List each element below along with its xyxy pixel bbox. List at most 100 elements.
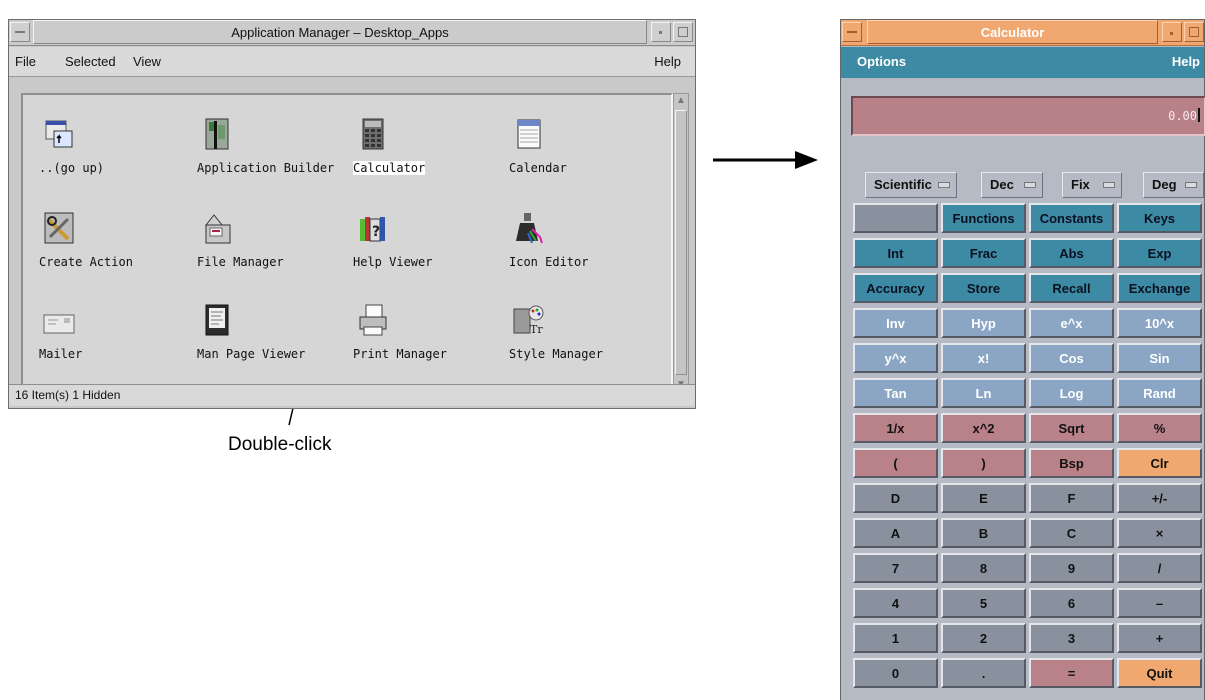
calc-key[interactable]: ) — [941, 448, 1026, 478]
calc-key[interactable]: 4 — [853, 588, 938, 618]
calc-key[interactable]: Recall — [1029, 273, 1114, 303]
calc-key[interactable]: 6 — [1029, 588, 1114, 618]
calc-key[interactable]: Log — [1029, 378, 1114, 408]
calc-key[interactable]: x! — [941, 343, 1026, 373]
app-icon-editor[interactable]: Icon Editor — [509, 211, 649, 281]
app-application-builder[interactable]: Application Builder — [197, 117, 337, 187]
icon-editor-icon — [516, 213, 543, 244]
calc-key[interactable]: 0 — [853, 658, 938, 688]
calc-key[interactable]: 1 — [853, 623, 938, 653]
app-label: Create Action — [39, 255, 133, 269]
calc-key[interactable]: Tan — [853, 378, 938, 408]
calc-key[interactable]: 8 — [941, 553, 1026, 583]
menu-selected[interactable]: Selected — [65, 54, 116, 69]
app-builder-icon — [205, 118, 229, 150]
calc-key[interactable]: Hyp — [941, 308, 1026, 338]
mode-base-menu[interactable]: Dec — [981, 172, 1043, 198]
calculator-menu-bar: Options Help — [841, 47, 1204, 78]
print-manager-icon — [359, 304, 387, 336]
calc-key[interactable]: Constants — [1029, 203, 1114, 233]
app-label: Calendar — [509, 161, 567, 175]
mode-scientific-menu[interactable]: Scientific — [865, 172, 957, 198]
calc-key[interactable]: Exp — [1117, 238, 1202, 268]
calc-key[interactable]: +/- — [1117, 483, 1202, 513]
calc-key[interactable]: 2 — [941, 623, 1026, 653]
minus-icon — [15, 31, 25, 33]
calculator-maximize-button[interactable] — [1184, 22, 1204, 42]
app-style-manager[interactable]: Tr Style Manager — [509, 303, 649, 373]
calc-key[interactable]: E — [941, 483, 1026, 513]
app-label: Icon Editor — [509, 255, 589, 269]
title-bar[interactable]: Application Manager – Desktop_Apps — [9, 20, 695, 46]
calc-key[interactable]: x^2 — [941, 413, 1026, 443]
mode-trig-menu[interactable]: Deg — [1143, 172, 1204, 198]
menu-view[interactable]: View — [133, 54, 161, 69]
calc-key[interactable]: Functions — [941, 203, 1026, 233]
calc-key[interactable]: B — [941, 518, 1026, 548]
calc-key[interactable]: ( — [853, 448, 938, 478]
calc-key[interactable]: 7 — [853, 553, 938, 583]
calc-key[interactable]: y^x — [853, 343, 938, 373]
app-calculator[interactable]: Calculator — [353, 117, 493, 187]
calc-key[interactable]: Sin — [1117, 343, 1202, 373]
scroll-up-arrow-icon[interactable]: ▲ — [675, 95, 687, 106]
app-create-action[interactable]: Create Action — [39, 211, 179, 281]
menu-help[interactable]: Help — [1172, 54, 1200, 69]
calc-key[interactable]: F — [1029, 483, 1114, 513]
calculator-display[interactable]: 0.00 — [851, 96, 1205, 136]
menu-options[interactable]: Options — [857, 54, 906, 69]
calc-key[interactable]: D — [853, 483, 938, 513]
app-go-up[interactable]: ..(go up) — [39, 117, 179, 187]
calc-key[interactable]: Cos — [1029, 343, 1114, 373]
transition-arrow-head — [795, 151, 818, 169]
calc-key[interactable]: Quit — [1117, 658, 1202, 688]
calculator-minimize-button[interactable] — [1162, 22, 1182, 42]
app-mailer[interactable]: Mailer — [39, 303, 179, 373]
calc-key[interactable]: 1/x — [853, 413, 938, 443]
calc-key[interactable]: 10^x — [1117, 308, 1202, 338]
calc-key[interactable]: Ln — [941, 378, 1026, 408]
minimize-button[interactable] — [651, 22, 671, 42]
app-help-viewer[interactable]: ? Help Viewer — [353, 211, 493, 281]
calc-key[interactable]: Sqrt — [1029, 413, 1114, 443]
app-file-manager[interactable]: File Manager — [197, 211, 337, 281]
calc-key[interactable]: Abs — [1029, 238, 1114, 268]
calc-key[interactable]: C — [1029, 518, 1114, 548]
calculator-window-menu-button[interactable] — [842, 22, 862, 42]
calc-key-blank[interactable] — [853, 203, 938, 233]
calc-key[interactable]: Int — [853, 238, 938, 268]
menu-file[interactable]: File — [15, 54, 36, 69]
calc-key[interactable]: Frac — [941, 238, 1026, 268]
scrollbar-thumb[interactable] — [675, 110, 687, 375]
calc-key[interactable]: Accuracy — [853, 273, 938, 303]
calc-key[interactable]: % — [1117, 413, 1202, 443]
calc-key[interactable]: / — [1117, 553, 1202, 583]
calculator-title-bar[interactable]: Calculator — [841, 20, 1204, 46]
calc-key[interactable]: Inv — [853, 308, 938, 338]
calc-key[interactable]: × — [1117, 518, 1202, 548]
calc-key[interactable]: = — [1029, 658, 1114, 688]
app-label: File Manager — [197, 255, 284, 269]
app-print-manager[interactable]: Print Manager — [353, 303, 493, 373]
calc-key[interactable]: Bsp — [1029, 448, 1114, 478]
menu-help[interactable]: Help — [654, 54, 681, 69]
calc-key[interactable]: Keys — [1117, 203, 1202, 233]
calc-key[interactable]: Exchange — [1117, 273, 1202, 303]
calc-key[interactable]: Clr — [1117, 448, 1202, 478]
calc-key[interactable]: . — [941, 658, 1026, 688]
calc-key[interactable]: + — [1117, 623, 1202, 653]
calc-key[interactable]: – — [1117, 588, 1202, 618]
calc-key[interactable]: A — [853, 518, 938, 548]
calc-key[interactable]: 9 — [1029, 553, 1114, 583]
calc-key[interactable]: Store — [941, 273, 1026, 303]
calc-key[interactable]: e^x — [1029, 308, 1114, 338]
window-menu-button[interactable] — [10, 22, 30, 42]
calc-key[interactable]: 5 — [941, 588, 1026, 618]
app-man-page-viewer[interactable]: Man Page Viewer — [197, 303, 337, 373]
calc-key[interactable]: Rand — [1117, 378, 1202, 408]
mode-display-menu[interactable]: Fix — [1062, 172, 1122, 198]
app-calendar[interactable]: Calendar — [509, 117, 649, 187]
calc-key[interactable]: 3 — [1029, 623, 1114, 653]
vertical-scrollbar[interactable]: ▲ ▼ — [673, 93, 689, 392]
maximize-button[interactable] — [673, 22, 693, 42]
